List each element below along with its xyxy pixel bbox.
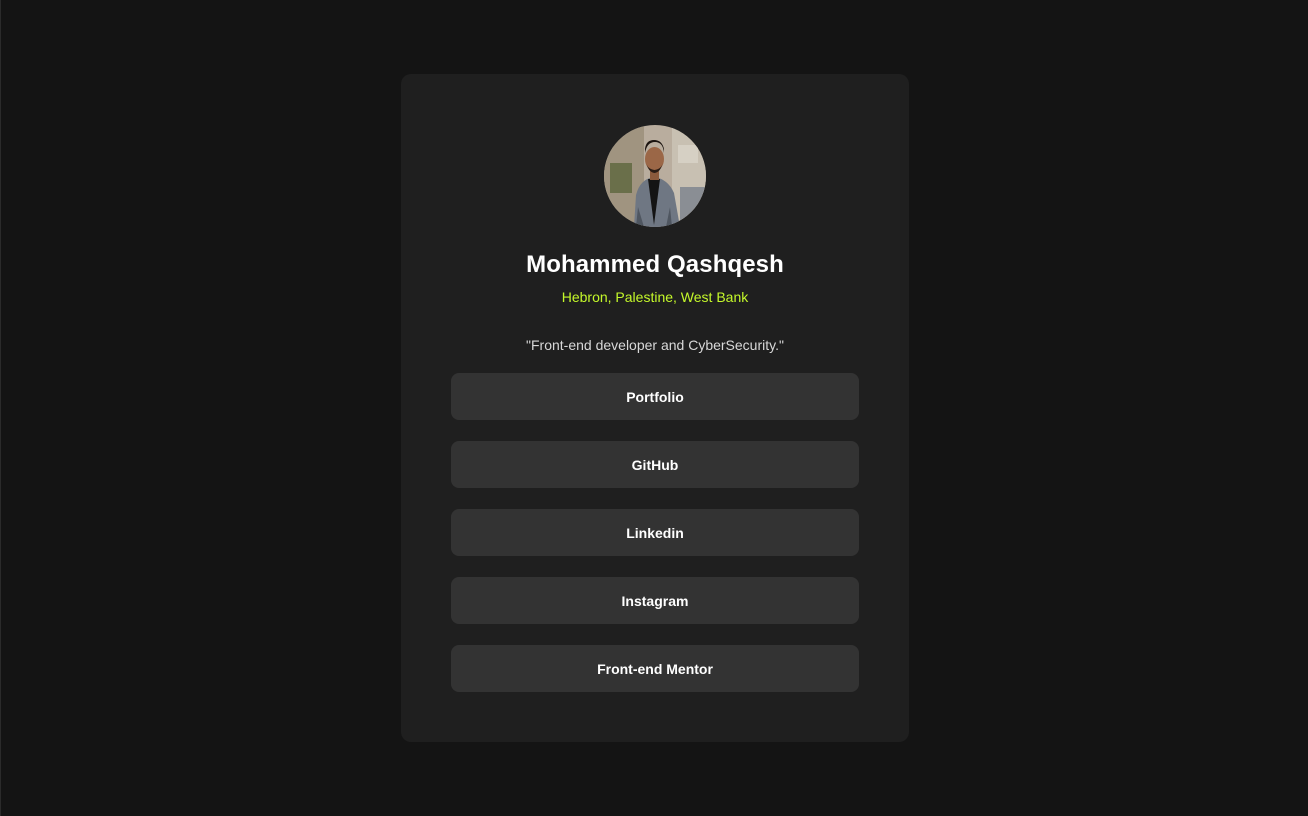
linkedin-link-button[interactable]: Linkedin [451, 509, 859, 556]
page: Mohammed Qashqesh Hebron, Palestine, Wes… [0, 0, 1308, 816]
profile-card: Mohammed Qashqesh Hebron, Palestine, Wes… [401, 74, 909, 742]
profile-name: Mohammed Qashqesh [526, 251, 784, 278]
github-link-button[interactable]: GitHub [451, 441, 859, 488]
social-links: Portfolio GitHub Linkedin Instagram Fron… [451, 373, 859, 692]
profile-location: Hebron, Palestine, West Bank [561, 289, 749, 305]
avatar [604, 125, 706, 227]
portfolio-link-button[interactable]: Portfolio [451, 373, 859, 420]
profile-bio: "Front-end developer and CyberSecurity." [526, 337, 784, 353]
instagram-link-button[interactable]: Instagram [451, 577, 859, 624]
frontend-mentor-link-button[interactable]: Front-end Mentor [451, 645, 859, 692]
avatar-photo [604, 125, 706, 227]
